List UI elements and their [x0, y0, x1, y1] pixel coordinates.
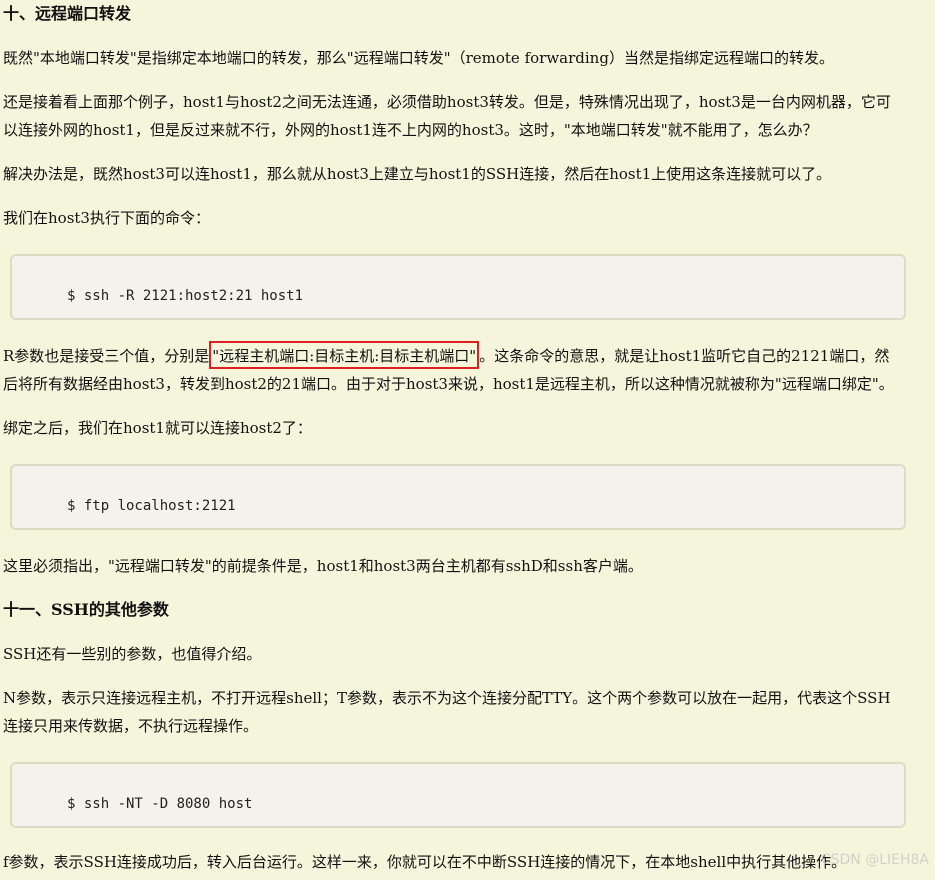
paragraph-r-params-line1: R参数也是接受三个值，分别是 "远程主机端口:目标主机:目标主机端口" 。这条命令的… — [3, 341, 890, 369]
code-block-ftp: $ ftp localhost:2121 — [10, 464, 906, 530]
article-page: 十、远程端口转发 既然"本地端口转发"是指绑定本地端口的转发，那么"远程端口转发… — [0, 0, 935, 880]
paragraph-after-binding: 绑定之后，我们在host1就可以连接host2了： — [3, 419, 312, 437]
paragraph-remote-forwarding-intro: 既然"本地端口转发"是指绑定本地端口的转发，那么"远程端口转发"（remote … — [3, 49, 834, 67]
paragraph-command-intro: 我们在host3执行下面的命令： — [3, 209, 210, 227]
code-text-ftp: $ ftp localhost:2121 — [67, 498, 236, 514]
paragraph-nt-params-line2: 连接只用来传数据，不执行远程操作。 — [3, 717, 259, 735]
r-params-text-before: R参数也是接受三个值，分别是 — [3, 347, 210, 365]
paragraph-nt-params-line1: N参数，表示只连接远程主机，不打开远程shell；T参数，表示不为这个连接分配T… — [3, 689, 891, 707]
code-text-ssh-r: $ ssh -R 2121:host2:21 host1 — [67, 288, 304, 304]
r-params-text-after: 。这条命令的意思，就是让host1监听它自己的2121端口，然 — [479, 347, 890, 365]
paragraph-other-params: SSH还有一些别的参数，也值得介绍。 — [3, 645, 262, 663]
paragraph-prerequisite: 这里必须指出，"远程端口转发"的前提条件是，host1和host3两台主机都有s… — [3, 557, 643, 575]
paragraph-example-line2: 以连接外网的host1，但是反过来就不行，外网的host1连不上内网的host3… — [3, 121, 818, 139]
paragraph-r-params-line2: 后将所有数据经由host3，转发到host2的21端口。由于对于host3来说，… — [3, 375, 894, 393]
section-heading-11: 十一、SSH的其他参数 — [3, 600, 169, 619]
section-heading-10: 十、远程端口转发 — [3, 4, 132, 23]
paragraph-example-line1: 还是接着看上面那个例子，host1与host2之间无法连通，必须借助host3转… — [3, 93, 891, 111]
code-text-ssh-nt: $ ssh -NT -D 8080 host — [67, 796, 253, 812]
paragraph-solution: 解决办法是，既然host3可以连host1，那么就从host3上建立与host1… — [3, 165, 832, 183]
code-block-ssh-r: $ ssh -R 2121:host2:21 host1 — [10, 254, 906, 320]
paragraph-f-param: f参数，表示SSH连接成功后，转入后台运行。这样一来，你就可以在不中断SSH连接… — [3, 853, 847, 871]
csdn-watermark: CSDN @LIEH8A — [820, 852, 929, 868]
highlighted-param-format: "远程主机端口:目标主机:目标主机端口" — [209, 341, 480, 369]
code-block-ssh-nt: $ ssh -NT -D 8080 host — [10, 762, 906, 828]
